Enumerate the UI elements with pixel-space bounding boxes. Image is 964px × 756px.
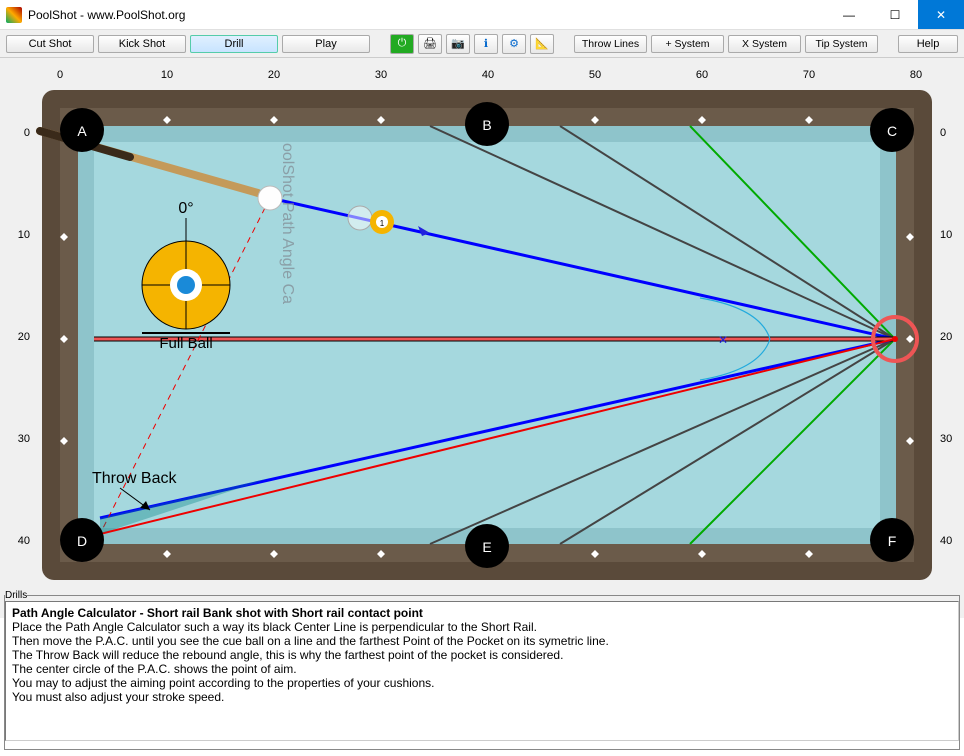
- svg-text:20: 20: [268, 69, 280, 81]
- minimize-button[interactable]: —: [826, 0, 872, 29]
- svg-text:40: 40: [18, 535, 30, 547]
- svg-text:80: 80: [910, 69, 922, 81]
- svg-text:Full Ball: Full Ball: [159, 335, 212, 352]
- tip-system-button[interactable]: Tip System: [805, 35, 878, 53]
- drill-button[interactable]: Drill: [190, 35, 278, 53]
- help-button[interactable]: Help: [898, 35, 958, 53]
- kick-shot-button[interactable]: Kick Shot: [98, 35, 186, 53]
- print-icon[interactable]: 🖨: [418, 34, 442, 54]
- power-icon[interactable]: ⏻: [390, 34, 414, 54]
- svg-text:10: 10: [161, 69, 173, 81]
- svg-text:40: 40: [482, 69, 494, 81]
- info-icon[interactable]: ℹ: [474, 34, 498, 54]
- svg-text:20: 20: [18, 331, 30, 343]
- tool-icon[interactable]: 📐: [530, 34, 554, 54]
- camera-icon[interactable]: 📷: [446, 34, 470, 54]
- drills-text[interactable]: Path Angle Calculator - Short rail Bank …: [5, 601, 959, 741]
- svg-text:E: E: [482, 539, 491, 555]
- svg-text:0: 0: [24, 127, 30, 139]
- svg-text:30: 30: [375, 69, 387, 81]
- svg-text:40: 40: [940, 535, 952, 547]
- svg-text:A: A: [77, 123, 87, 139]
- svg-text:B: B: [482, 117, 491, 133]
- drills-panel: Drills Path Angle Calculator - Short rai…: [4, 590, 960, 752]
- svg-text:30: 30: [18, 433, 30, 445]
- window-buttons: — ☐ ✕: [826, 0, 964, 29]
- svg-text:30: 30: [940, 433, 952, 445]
- svg-text:C: C: [887, 123, 897, 139]
- ruler-x: 0: [57, 69, 63, 81]
- svg-text:10: 10: [940, 229, 952, 241]
- svg-text:D: D: [77, 533, 87, 549]
- svg-text:0: 0: [940, 127, 946, 139]
- svg-text:0°: 0°: [178, 200, 193, 217]
- svg-text:70: 70: [803, 69, 815, 81]
- pool-table-canvas[interactable]: 0 10 20 30 40 50 60 70 80 0 10 20 30 40 0 1…: [0, 58, 964, 618]
- svg-text:10: 10: [18, 229, 30, 241]
- aim-cross-icon: ✕: [718, 333, 728, 347]
- titlebar: PoolShot - www.PoolShot.org — ☐ ✕: [0, 0, 964, 30]
- gear-icon[interactable]: ⚙: [502, 34, 526, 54]
- cue-ball[interactable]: [258, 186, 282, 210]
- window-title: PoolShot - www.PoolShot.org: [28, 8, 826, 22]
- plus-system-button[interactable]: + System: [651, 35, 724, 53]
- drills-legend: Drills: [5, 590, 27, 601]
- object-ball[interactable]: 1: [370, 210, 394, 234]
- toolbar: Cut Shot Kick Shot Drill Play ⏻ 🖨 📷 ℹ ⚙ …: [0, 30, 964, 58]
- svg-text:1: 1: [380, 219, 385, 228]
- close-button[interactable]: ✕: [918, 0, 964, 29]
- app-icon: [6, 7, 22, 23]
- play-button[interactable]: Play: [282, 35, 370, 53]
- svg-text:20: 20: [940, 331, 952, 343]
- x-system-button[interactable]: X System: [728, 35, 801, 53]
- maximize-button[interactable]: ☐: [872, 0, 918, 29]
- throw-lines-button[interactable]: Throw Lines: [574, 35, 647, 53]
- svg-text:F: F: [888, 533, 897, 549]
- watermark: oolShot Path Angle Ca: [279, 143, 296, 304]
- svg-text:50: 50: [589, 69, 601, 81]
- svg-text:60: 60: [696, 69, 708, 81]
- cut-shot-button[interactable]: Cut Shot: [6, 35, 94, 53]
- throw-back-label: Throw Back: [92, 470, 177, 487]
- ghost-ball: [348, 206, 372, 230]
